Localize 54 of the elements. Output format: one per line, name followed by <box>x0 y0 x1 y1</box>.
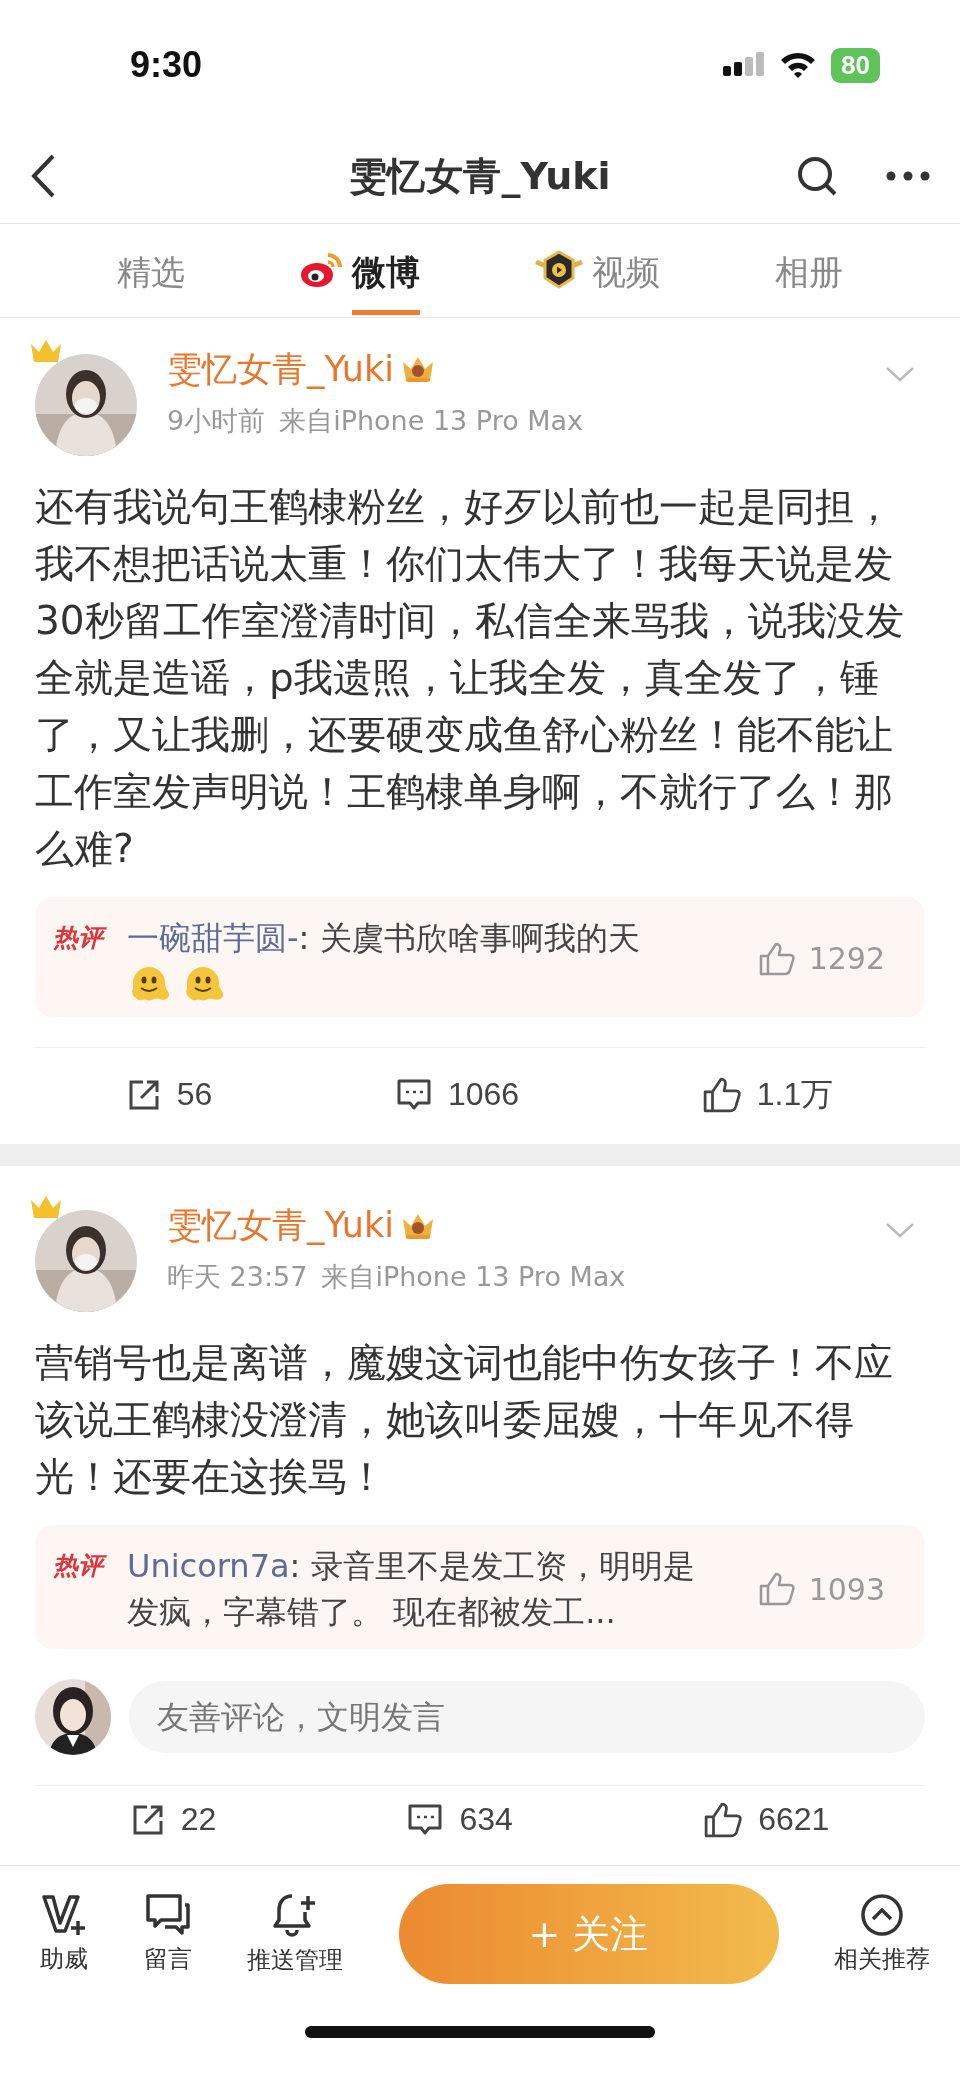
repost-button[interactable]: 56 <box>120 1071 219 1118</box>
tab[interactable]: 精选 <box>117 235 186 315</box>
comment-text: Unicorn7a: 录音里不是发工资，明明是发疯，字幕错了。 现在都被发工... <box>127 1546 696 1633</box>
toolbar-button[interactable]: 推送管理 <box>247 1892 343 1976</box>
status-time: 9:30 <box>130 44 203 86</box>
weibo-logo-icon <box>299 251 344 290</box>
related-button[interactable]: 相关推荐 <box>834 1893 930 1975</box>
post-source: 来自iPhone 13 Pro Max <box>321 1260 626 1294</box>
like-icon[interactable] <box>758 1572 795 1606</box>
signal-icon <box>723 52 766 78</box>
tab[interactable]: 相册 <box>774 235 843 315</box>
bell-plus-icon <box>272 1892 318 1938</box>
comment-button[interactable]: 1066 <box>389 1071 526 1118</box>
like-icon <box>702 1076 741 1113</box>
commenter-link[interactable]: Unicorn7a <box>127 1547 290 1585</box>
like-count: 1093 <box>808 1571 885 1607</box>
chevron-down-icon[interactable] <box>885 1222 915 1238</box>
comment-icon <box>395 1077 432 1112</box>
hot-comment-card[interactable]: 热评 Unicorn7a: 录音里不是发工资，明明是发疯，字幕错了。 现在都被发工... 1093 <box>35 1525 925 1649</box>
like-count: 1292 <box>808 941 885 977</box>
hot-comment-card[interactable]: 热评 一碗甜芋圆-: 关虞书欣啥事啊我的天 1292 <box>35 896 925 1017</box>
more-icon[interactable] <box>886 171 930 182</box>
search-icon[interactable] <box>796 155 838 198</box>
post-time: 9小时前 <box>167 403 266 438</box>
comment-input-field[interactable]: 友善评论，文明发言 <box>129 1681 925 1753</box>
comment-button[interactable]: 634 <box>401 1800 519 1839</box>
post-text: 还有我说句王鹤棣粉丝，好歹以前也一起是同担，我不想把话说太重！你们太伟大了！我每天说是发 30秒留工作室澄清时间，私信全来骂我，说我没发全就是造谣，p我遗照，让我全发，真全发了，锤了，又让我删，还要硬变成鱼舒心粉丝！能不能让工作室发声明说！王鹤棣单身啊，不就行了么！那么难? <box>35 482 905 873</box>
chat-bubbles-icon <box>144 1893 191 1937</box>
like-button[interactable]: 6621 <box>698 1800 836 1839</box>
video-badge-icon <box>534 250 585 291</box>
post-time: 昨天 23:57 <box>167 1260 308 1294</box>
commenter-link[interactable]: 一碗甜芋圆- <box>127 918 299 957</box>
chevron-up-circle-icon <box>860 1893 904 1937</box>
hot-comment-label: 热评 <box>53 1549 127 1582</box>
tab[interactable]: 微博 <box>351 235 420 315</box>
back-icon[interactable] <box>30 153 56 200</box>
like-icon <box>704 1801 743 1838</box>
tab[interactable]: 视频 <box>592 235 661 315</box>
battery-indicator: 80 <box>831 47 880 83</box>
toolbar-button[interactable]: 留言 <box>143 1893 192 1975</box>
crown-icon <box>29 1194 63 1220</box>
comment-icon <box>407 1802 444 1837</box>
repost-button[interactable]: 22 <box>124 1800 223 1839</box>
hot-comment-label: 热评 <box>53 920 127 954</box>
comment-text: 一碗甜芋圆-: 关虞书欣啥事啊我的天 <box>127 917 641 959</box>
wifi-icon <box>779 51 818 79</box>
like-icon[interactable] <box>758 941 795 976</box>
like-button[interactable]: 1.1万 <box>696 1071 840 1118</box>
page-title: 雯忆女青_Yuki <box>349 152 611 200</box>
v-plus-icon <box>41 1893 87 1937</box>
toolbar-button[interactable]: 助威 <box>40 1893 88 1975</box>
chevron-down-icon[interactable] <box>885 365 915 382</box>
post-text: 营销号也是离谱，魔嫂这词也能中伤女孩子！不应该说王鹤棣没澄清，她该叫委屈嫂，十年见不得光！还要在这挨骂！ <box>35 1339 894 1501</box>
post-source: 来自iPhone 13 Pro Max <box>279 403 584 438</box>
